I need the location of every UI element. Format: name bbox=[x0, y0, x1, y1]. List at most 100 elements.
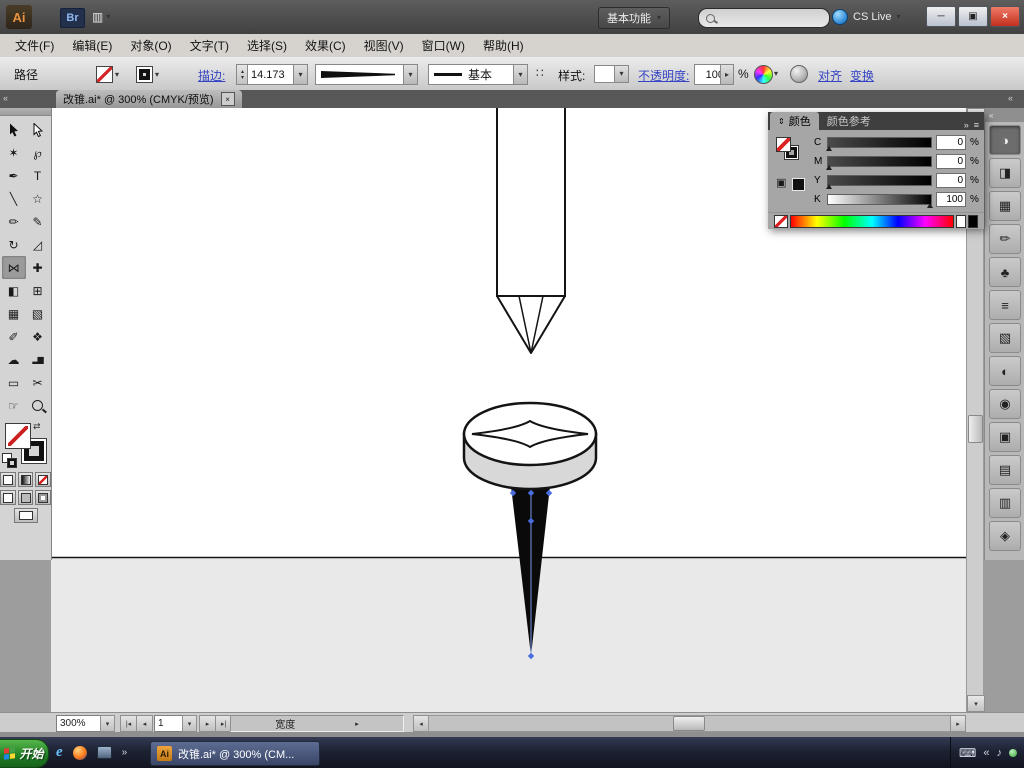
rotate-tool[interactable]: ↻ bbox=[2, 233, 26, 256]
dock-navigator-icon[interactable]: ◈ bbox=[989, 521, 1021, 551]
dock-graphic-styles-icon[interactable]: ▣ bbox=[989, 422, 1021, 452]
blend-tool[interactable]: ❖ bbox=[26, 325, 50, 348]
tab-close-icon[interactable]: × bbox=[221, 92, 235, 106]
slider-pointer[interactable] bbox=[826, 165, 832, 170]
scroll-right-button[interactable]: ▸ bbox=[950, 715, 966, 732]
draw-normal-button[interactable] bbox=[0, 490, 16, 505]
cyan-value[interactable]: 0 bbox=[936, 135, 966, 150]
gradient-button[interactable] bbox=[18, 472, 34, 487]
star-tool[interactable]: ☆ bbox=[26, 187, 50, 210]
black-slider[interactable] bbox=[827, 194, 932, 205]
yellow-value[interactable]: 0 bbox=[936, 173, 966, 188]
type-tool[interactable]: T bbox=[26, 164, 50, 187]
width-profile-dropdown[interactable] bbox=[315, 64, 405, 85]
opacity-link[interactable]: 不透明度: bbox=[638, 67, 689, 84]
dock-gradient-icon[interactable]: ▧ bbox=[989, 323, 1021, 353]
none-button[interactable] bbox=[35, 472, 51, 487]
tray-collapse-icon[interactable]: « bbox=[983, 747, 989, 759]
fill-swatch[interactable] bbox=[5, 423, 31, 449]
screen-mode-button[interactable] bbox=[14, 508, 38, 523]
bridge-button[interactable]: Br bbox=[60, 8, 85, 28]
menu-window[interactable]: 窗口(W) bbox=[413, 34, 474, 57]
menu-effect[interactable]: 效果(C) bbox=[296, 34, 355, 57]
width-profile-dropdown-button[interactable]: ▾ bbox=[403, 64, 418, 85]
cyan-slider[interactable] bbox=[827, 137, 932, 148]
collapse-dock-icon[interactable]: « bbox=[1008, 94, 1013, 103]
web-color-cube-icon[interactable]: ▣ bbox=[776, 176, 786, 189]
spectrum-white-swatch[interactable] bbox=[956, 215, 966, 228]
draw-behind-button[interactable] bbox=[18, 490, 34, 505]
keyboard-layout-icon[interactable]: ⌨ bbox=[959, 746, 976, 760]
width-tool[interactable]: ⋈ bbox=[2, 256, 26, 279]
eyedropper-tool[interactable]: ✐ bbox=[2, 325, 26, 348]
scroll-down-button[interactable]: ▾ bbox=[967, 695, 985, 712]
document-tab[interactable]: 改锥.ai* @ 300% (CMYK/预览) × bbox=[56, 90, 242, 108]
magic-wand-tool[interactable]: ✶ bbox=[2, 141, 26, 164]
magenta-slider[interactable] bbox=[827, 156, 932, 167]
dock-brushes-icon[interactable]: ✏ bbox=[989, 224, 1021, 254]
draw-inside-button[interactable] bbox=[35, 490, 51, 505]
ie-icon[interactable]: e bbox=[56, 744, 63, 761]
align-link[interactable]: 对齐 bbox=[818, 67, 842, 84]
pencil-tool[interactable]: ✎ bbox=[26, 210, 50, 233]
dock-stroke-icon[interactable]: ≡ bbox=[989, 290, 1021, 320]
free-transform-tool[interactable]: ✚ bbox=[26, 256, 50, 279]
minimize-button[interactable]: ─ bbox=[926, 6, 956, 27]
spectrum-black-swatch[interactable] bbox=[968, 215, 978, 228]
menu-select[interactable]: 选择(S) bbox=[238, 34, 296, 57]
start-button[interactable]: 开始 bbox=[0, 739, 49, 768]
tools-panel-grip[interactable] bbox=[0, 108, 51, 116]
magenta-value[interactable]: 0 bbox=[936, 154, 966, 169]
horizontal-scroll-thumb[interactable] bbox=[673, 716, 705, 731]
brush-definition-dropdown[interactable]: 基本 bbox=[428, 64, 525, 85]
dock-transparency-icon[interactable]: ◐ bbox=[989, 356, 1021, 386]
vertical-scroll-thumb[interactable] bbox=[968, 415, 983, 443]
spectrum-bar[interactable] bbox=[790, 215, 954, 228]
swap-fill-stroke-icon[interactable]: ⇄ bbox=[33, 421, 41, 432]
dock-artboards-icon[interactable]: ▥ bbox=[989, 488, 1021, 518]
scale-tool[interactable]: ◿ bbox=[26, 233, 50, 256]
yellow-slider[interactable] bbox=[827, 175, 932, 186]
cs-live-button[interactable]: CS Live ▾ bbox=[832, 7, 901, 27]
column-graph-tool[interactable]: ▂▆ bbox=[26, 348, 50, 371]
chevron-down-icon[interactable]: ▾ bbox=[774, 70, 778, 78]
stepper-down-icon[interactable]: ▾ bbox=[241, 75, 244, 81]
panel-expand-icon[interactable]: » bbox=[964, 120, 969, 130]
fill-color-dropdown[interactable]: ▾ bbox=[96, 66, 119, 83]
menu-edit[interactable]: 编辑(E) bbox=[63, 34, 121, 57]
transform-link[interactable]: 变换 bbox=[850, 67, 874, 84]
previous-artboard-button[interactable]: ◂ bbox=[136, 715, 153, 732]
restore-button[interactable]: ▣ bbox=[958, 6, 988, 27]
symbol-sprayer-tool[interactable]: ☁ bbox=[2, 348, 26, 371]
direct-selection-tool[interactable] bbox=[26, 118, 50, 141]
panel-menu-icon[interactable]: ≡ bbox=[974, 120, 979, 130]
slider-pointer[interactable] bbox=[826, 146, 832, 151]
close-button[interactable]: × bbox=[990, 6, 1020, 27]
network-status-icon[interactable] bbox=[1009, 749, 1017, 757]
shape-builder-tool[interactable]: ◧ bbox=[2, 279, 26, 302]
line-segment-tool[interactable]: ╲ bbox=[2, 187, 26, 210]
dock-color-guide-icon[interactable]: ◨ bbox=[989, 158, 1021, 188]
opacity-slider-button[interactable]: ▸ bbox=[720, 64, 734, 85]
artboard-dropdown-button[interactable]: ▾ bbox=[182, 715, 197, 732]
workspace-switcher[interactable]: 基本功能 ▾ bbox=[598, 7, 670, 29]
gradient-tool[interactable]: ▧ bbox=[26, 302, 50, 325]
recolor-artwork-icon[interactable] bbox=[754, 65, 773, 84]
menu-type[interactable]: 文字(T) bbox=[181, 34, 238, 57]
quick-launch-overflow-icon[interactable]: » bbox=[122, 747, 128, 758]
expand-dock-button[interactable]: « bbox=[985, 108, 1024, 122]
tab-color[interactable]: ⇕ 颜色 bbox=[770, 112, 819, 130]
zoom-dropdown-button[interactable]: ▾ bbox=[100, 715, 115, 732]
graphic-style-dropdown[interactable]: ▾ bbox=[614, 65, 629, 83]
status-display[interactable]: 宽度 ▸ bbox=[230, 715, 404, 732]
next-artboard-button[interactable]: ▸ bbox=[199, 715, 216, 732]
tab-color-guide[interactable]: 颜色参考 bbox=[819, 112, 879, 130]
dock-symbols-icon[interactable]: ♣ bbox=[989, 257, 1021, 287]
spectrum-none-swatch[interactable] bbox=[774, 215, 788, 228]
dock-color-icon[interactable]: ◑ bbox=[989, 125, 1021, 155]
stroke-weight-dropdown[interactable]: ▾ bbox=[293, 64, 308, 85]
slice-tool[interactable]: ✂ bbox=[26, 371, 50, 394]
default-stroke-icon[interactable] bbox=[7, 458, 17, 468]
selection-tool[interactable] bbox=[2, 118, 26, 141]
black-value[interactable]: 100 bbox=[936, 192, 966, 207]
